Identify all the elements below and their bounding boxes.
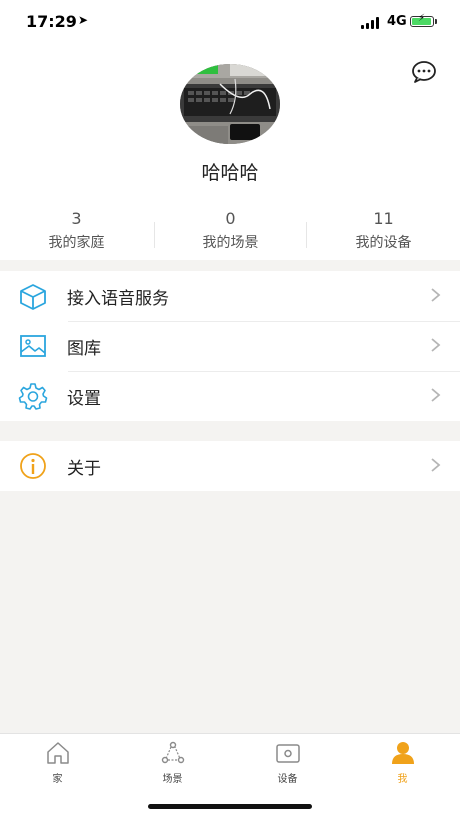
tab-home[interactable]: 家 (0, 734, 115, 794)
chevron-right-icon (431, 288, 441, 302)
device-icon (276, 744, 300, 763)
menu-item-voice-service[interactable]: 接入语音服务 (0, 271, 460, 321)
user-icon (392, 742, 414, 764)
menu-item-gallery[interactable]: 图库 (0, 321, 460, 371)
tab-label: 设备 (277, 774, 298, 785)
gallery-icon (20, 335, 46, 357)
home-indicator (148, 804, 312, 809)
stat-label: 我的场景 (202, 235, 259, 251)
profile-section: 哈哈哈 3 我的家庭 0 我的场景 11 我的设备 (0, 44, 460, 260)
network-type: 4G (387, 14, 407, 29)
menu-item-label: 关于 (67, 459, 101, 479)
stat-value: 11 (373, 209, 394, 228)
scene-icon (161, 741, 185, 764)
avatar[interactable] (180, 64, 280, 144)
avatar-photo (180, 64, 280, 144)
tab-scenes[interactable]: 场景 (115, 734, 230, 794)
menu-item-about[interactable]: 关于 (0, 441, 460, 491)
settings-menu: 接入语音服务 图库 设置 (0, 271, 460, 421)
stat-my-family[interactable]: 3 我的家庭 (0, 208, 153, 256)
home-icon (47, 742, 69, 764)
about-menu: 关于 (0, 441, 460, 491)
chat-bubble-icon (412, 61, 436, 83)
tab-devices[interactable]: 设备 (230, 734, 345, 794)
user-name[interactable]: 哈哈哈 (0, 158, 460, 185)
stats-row: 3 我的家庭 0 我的场景 11 我的设备 (0, 208, 460, 256)
status-time: 17:29 (26, 12, 77, 31)
status-bar: 17:29 ➤ 4G ⚡ (0, 0, 460, 44)
stat-label: 我的设备 (355, 235, 412, 251)
chevron-right-icon (431, 458, 441, 472)
gear-icon (18, 383, 48, 410)
menu-item-settings[interactable]: 设置 (0, 371, 460, 421)
chevron-right-icon (431, 388, 441, 402)
charging-bolt-icon: ⚡ (418, 13, 426, 24)
tab-label: 场景 (162, 774, 183, 785)
stat-my-devices[interactable]: 11 我的设备 (307, 208, 460, 256)
tab-bar: 家 场景 设备 我 (0, 733, 460, 819)
tab-label: 家 (52, 774, 63, 785)
message-button[interactable] (410, 60, 438, 84)
location-arrow-icon: ➤ (78, 13, 89, 27)
battery-cap (435, 19, 437, 24)
menu-item-label: 接入语音服务 (67, 289, 169, 309)
menu-item-label: 设置 (67, 389, 101, 409)
stat-value: 0 (225, 209, 236, 228)
menu-item-label: 图库 (67, 339, 101, 359)
stat-my-scenes[interactable]: 0 我的场景 (154, 208, 307, 256)
tab-me[interactable]: 我 (345, 734, 460, 794)
chevron-right-icon (431, 338, 441, 352)
info-icon (20, 453, 46, 479)
stat-value: 3 (71, 209, 82, 228)
tab-label: 我 (397, 774, 408, 785)
stat-label: 我的家庭 (48, 235, 105, 251)
cube-icon (20, 284, 46, 310)
signal-strength-icon (361, 17, 383, 29)
